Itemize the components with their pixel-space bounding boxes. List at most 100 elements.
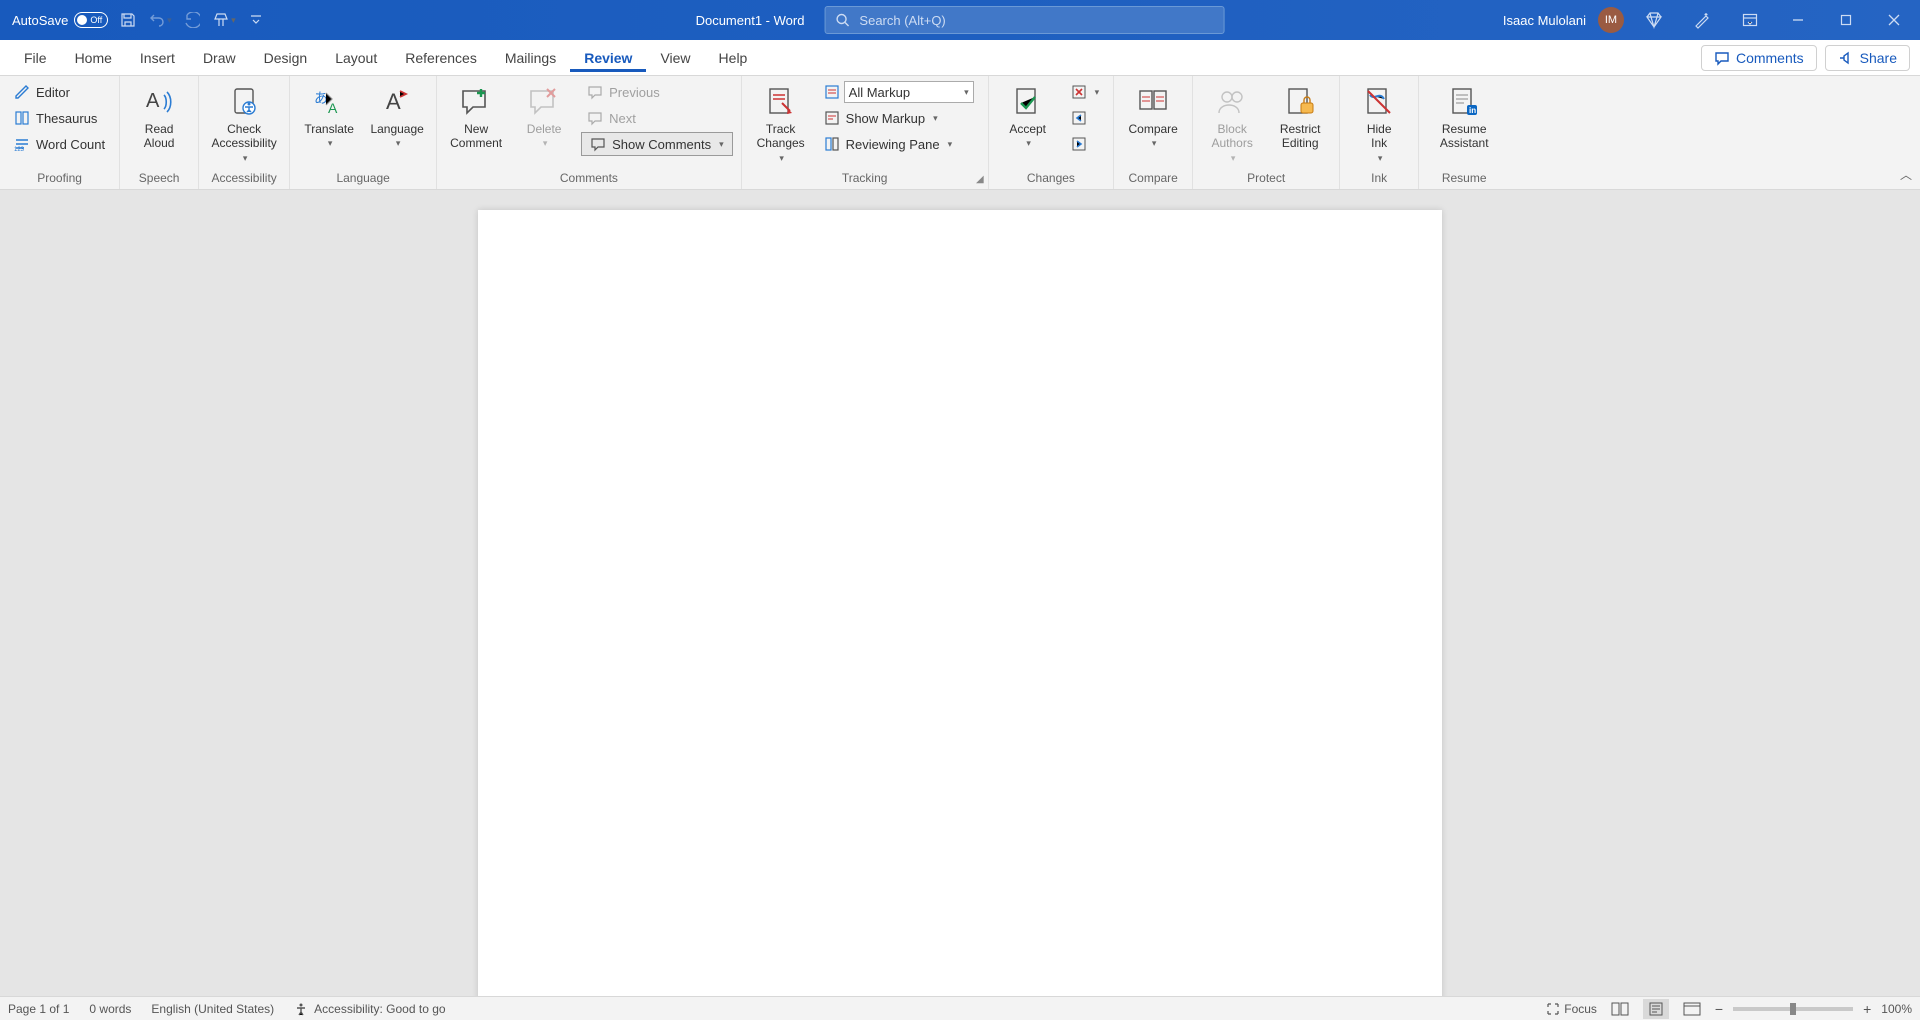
undo-icon[interactable]: ▾ <box>148 8 172 32</box>
ribbon-tabs: File Home Insert Draw Design Layout Refe… <box>0 40 1920 76</box>
group-label-proofing: Proofing <box>8 169 111 189</box>
print-layout-button[interactable] <box>1643 999 1669 1019</box>
word-count-button[interactable]: 123 Word Count <box>8 132 111 156</box>
svg-text:A: A <box>146 90 160 112</box>
zoom-out-button[interactable]: − <box>1715 1001 1723 1017</box>
share-button[interactable]: Share <box>1825 45 1910 71</box>
autosave-toggle[interactable]: AutoSave Off <box>12 12 108 28</box>
reject-icon <box>1071 84 1087 100</box>
chevron-down-icon: ▾ <box>1231 153 1236 164</box>
group-label-ink: Ink <box>1348 169 1410 189</box>
share-icon <box>1838 50 1854 66</box>
diamond-icon[interactable] <box>1636 6 1672 34</box>
read-mode-button[interactable] <box>1607 999 1633 1019</box>
redo-icon[interactable] <box>180 8 204 32</box>
save-icon[interactable] <box>116 8 140 32</box>
zoom-level[interactable]: 100% <box>1881 1002 1912 1016</box>
previous-comment-button[interactable]: Previous <box>581 80 733 104</box>
svg-text:in: in <box>1469 106 1476 115</box>
tab-insert[interactable]: Insert <box>126 44 189 72</box>
show-comments-label: Show Comments <box>612 137 711 152</box>
quick-print-icon[interactable]: ▾ <box>212 8 236 32</box>
status-language[interactable]: English (United States) <box>151 1002 274 1016</box>
toggle-track: Off <box>74 12 108 28</box>
zoom-slider-thumb[interactable] <box>1790 1003 1796 1015</box>
tab-mailings[interactable]: Mailings <box>491 44 570 72</box>
translate-button[interactable]: あA Translate ▾ <box>298 80 360 149</box>
chevron-down-icon: ▾ <box>328 138 333 149</box>
read-aloud-button[interactable]: A Read Aloud <box>128 80 190 151</box>
search-box[interactable]: Search (Alt+Q) <box>824 6 1224 34</box>
zoom-slider[interactable] <box>1733 1007 1853 1011</box>
reviewing-pane-button[interactable]: Reviewing Pane ▾ <box>818 132 980 156</box>
chevron-down-icon: ▾ <box>964 87 969 98</box>
compare-label: Compare <box>1129 122 1178 136</box>
minimize-icon[interactable] <box>1780 6 1816 34</box>
previous-comment-label: Previous <box>609 85 660 100</box>
reviewing-pane-icon <box>824 136 840 152</box>
accept-button[interactable]: Accept ▾ <box>997 80 1059 149</box>
language-label: Language <box>370 122 423 136</box>
chevron-down-icon: ▾ <box>779 153 784 164</box>
title-bar-center: Document1 - Word Search (Alt+Q) <box>696 6 1225 34</box>
collapse-ribbon-icon[interactable]: ︿ <box>1900 166 1912 183</box>
ribbon-display-icon[interactable] <box>1732 6 1768 34</box>
status-page[interactable]: Page 1 of 1 <box>8 1002 69 1016</box>
close-icon[interactable] <box>1876 6 1912 34</box>
document-area[interactable] <box>0 190 1920 996</box>
compare-button[interactable]: Compare ▾ <box>1122 80 1184 149</box>
tab-review[interactable]: Review <box>570 44 646 72</box>
resume-assistant-button[interactable]: in Resume Assistant <box>1427 80 1501 151</box>
next-change-button[interactable] <box>1065 132 1106 156</box>
show-markup-button[interactable]: Show Markup ▾ <box>818 106 980 130</box>
web-layout-button[interactable] <box>1679 999 1705 1019</box>
focus-mode-button[interactable]: Focus <box>1546 1002 1597 1016</box>
language-button[interactable]: A Language ▾ <box>366 80 428 149</box>
new-comment-button[interactable]: New Comment <box>445 80 507 151</box>
check-accessibility-label: Check Accessibility <box>211 122 276 151</box>
comments-button[interactable]: Comments <box>1701 45 1817 71</box>
qat-customize-icon[interactable] <box>244 8 268 32</box>
editor-label: Editor <box>36 85 70 100</box>
hide-ink-button[interactable]: Hide Ink ▾ <box>1348 80 1410 164</box>
markup-dropdown[interactable]: All Markup ▾ <box>844 81 974 103</box>
tab-design[interactable]: Design <box>250 44 322 72</box>
next-comment-label: Next <box>609 111 636 126</box>
track-changes-icon <box>763 84 799 120</box>
group-proofing: Editor Thesaurus 123 Word Count Proofing <box>0 76 120 189</box>
check-accessibility-button[interactable]: Check Accessibility ▾ <box>207 80 281 164</box>
next-comment-button[interactable]: Next <box>581 106 733 130</box>
pen-sparkle-icon[interactable] <box>1684 6 1720 34</box>
tab-draw[interactable]: Draw <box>189 44 250 72</box>
tab-view[interactable]: View <box>646 44 704 72</box>
thesaurus-button[interactable]: Thesaurus <box>8 106 111 130</box>
title-bar: AutoSave Off ▾ ▾ Document1 - Word Se <box>0 0 1920 40</box>
zoom-in-button[interactable]: + <box>1863 1001 1871 1017</box>
maximize-icon[interactable] <box>1828 6 1864 34</box>
status-accessibility[interactable]: Accessibility: Good to go <box>294 1002 445 1016</box>
show-comments-button[interactable]: Show Comments ▾ <box>581 132 733 156</box>
status-words[interactable]: 0 words <box>89 1002 131 1016</box>
group-protect: Block Authors ▾ Restrict Editing Protect <box>1193 76 1340 189</box>
restrict-editing-button[interactable]: Restrict Editing <box>1269 80 1331 151</box>
delete-comment-button[interactable]: Delete ▾ <box>513 80 575 149</box>
editor-button[interactable]: Editor <box>8 80 111 104</box>
tab-layout[interactable]: Layout <box>321 44 391 72</box>
tab-references[interactable]: References <box>391 44 491 72</box>
editor-icon <box>14 84 30 100</box>
tracking-dialog-launcher-icon[interactable]: ◢ <box>976 174 984 185</box>
reject-button[interactable]: ▾ <box>1065 80 1106 104</box>
group-label-resume: Resume <box>1427 169 1501 189</box>
tabs-right: Comments Share <box>1701 45 1910 71</box>
track-changes-button[interactable]: Track Changes ▾ <box>750 80 812 164</box>
document-page[interactable] <box>478 210 1442 996</box>
avatar[interactable]: IM <box>1598 7 1624 33</box>
tab-help[interactable]: Help <box>705 44 762 72</box>
search-icon <box>835 13 849 27</box>
focus-label: Focus <box>1564 1002 1597 1016</box>
previous-change-button[interactable] <box>1065 106 1106 130</box>
block-authors-button[interactable]: Block Authors ▾ <box>1201 80 1263 164</box>
tab-file[interactable]: File <box>10 44 61 72</box>
tab-home[interactable]: Home <box>61 44 126 72</box>
read-aloud-label: Read Aloud <box>144 122 175 151</box>
